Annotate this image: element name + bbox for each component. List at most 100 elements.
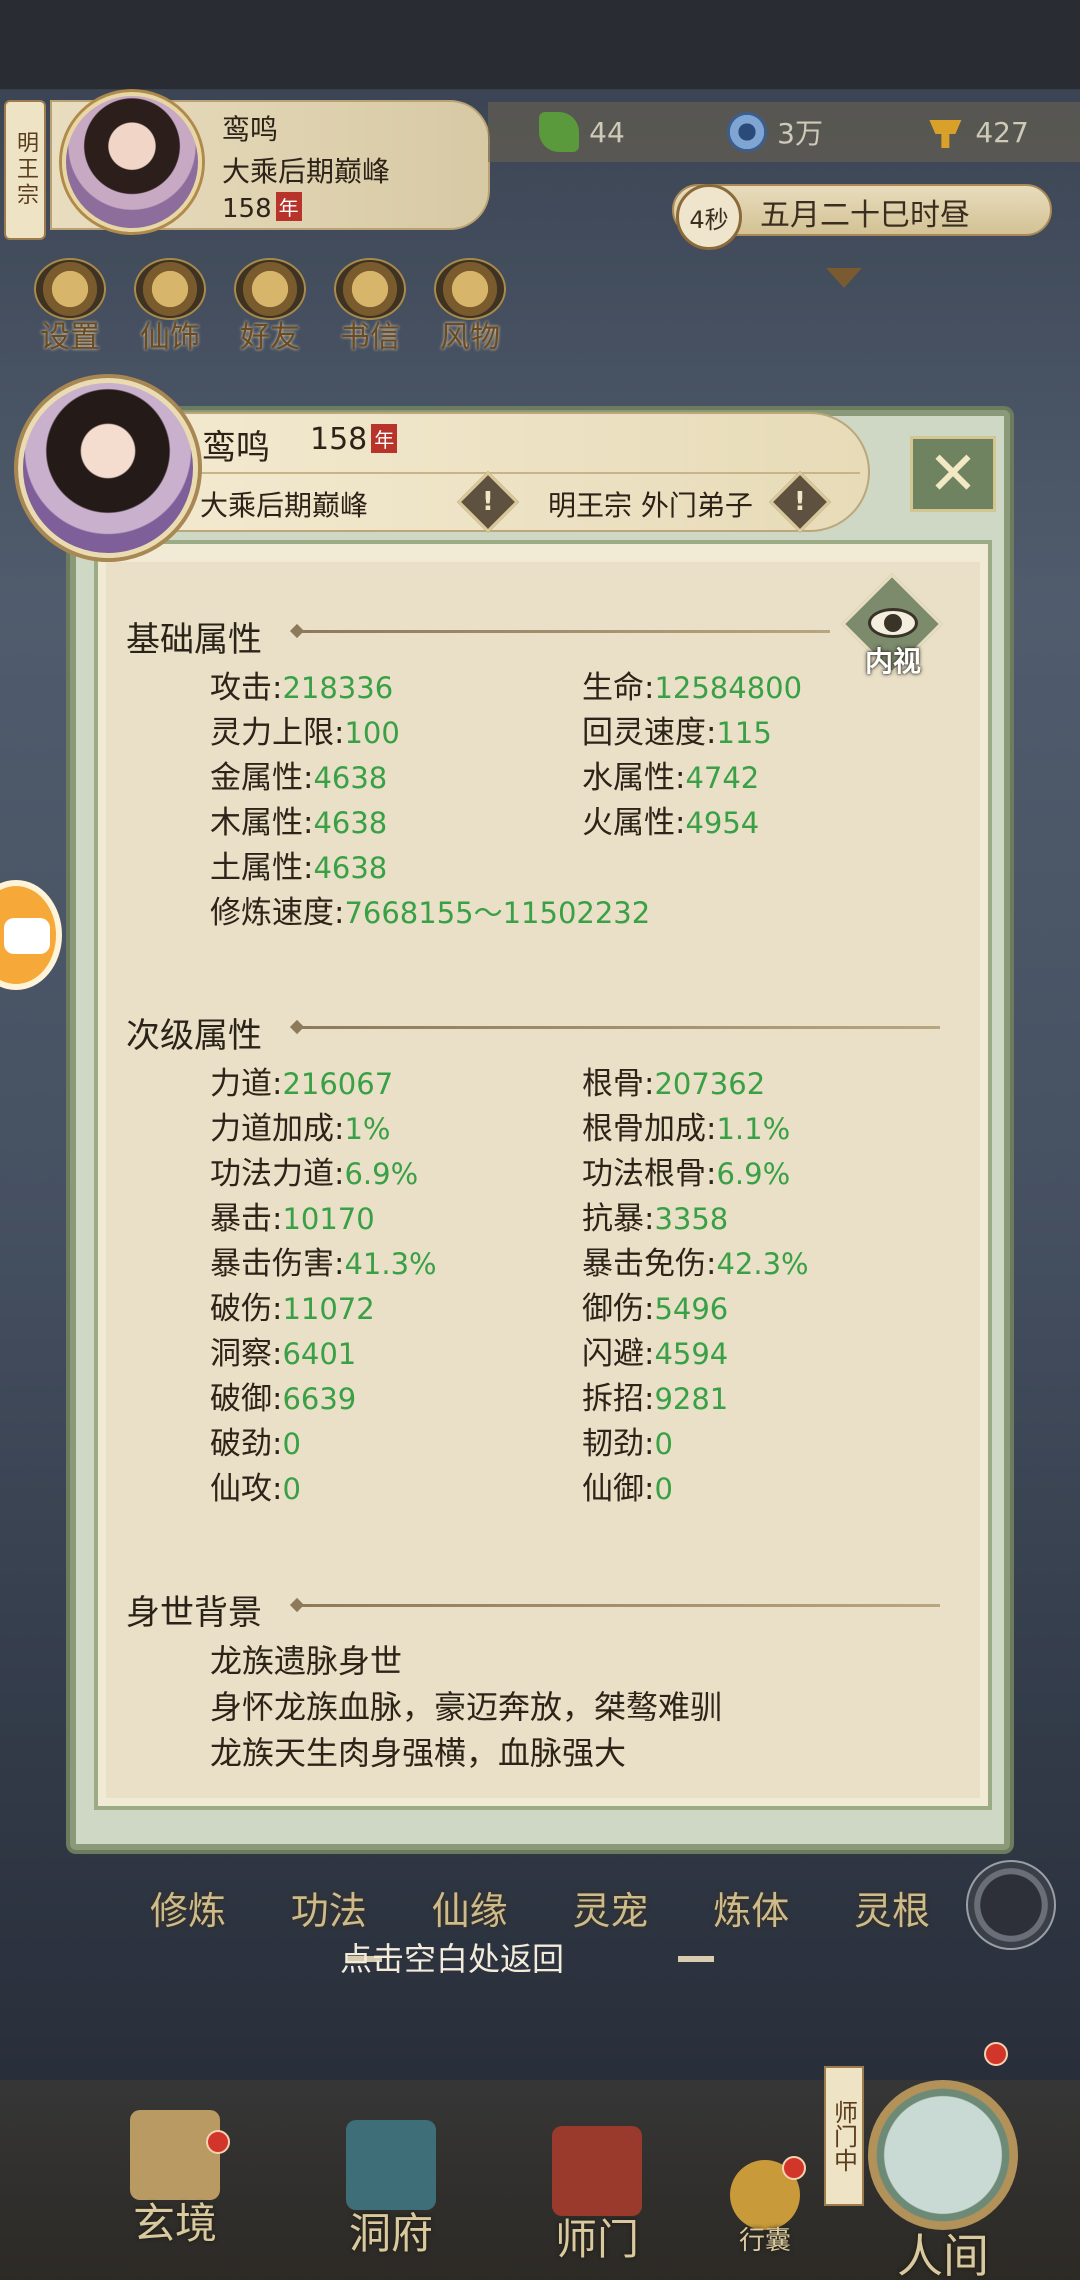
background-line: 龙族天生肉身强横，血脉强大: [210, 1734, 627, 1772]
menu-fate[interactable]: 仙缘: [432, 1880, 508, 1935]
resource-gold[interactable]: 427: [925, 112, 1029, 152]
nav-world[interactable]: 人间: [868, 2080, 1018, 2280]
stat-crit-resist: 抗暴:3358: [582, 1201, 729, 1237]
stat-tenacity: 韧劲:0: [582, 1426, 673, 1462]
dialog-name: 鸾鸣: [202, 428, 270, 468]
menu-body[interactable]: 炼体: [713, 1880, 789, 1935]
cultivation-menu: 修炼 功法 仙缘 灵宠 炼体 灵根: [150, 1880, 930, 1935]
ornament-button[interactable]: 仙饰: [130, 258, 210, 356]
menu-cultivate[interactable]: 修炼: [150, 1880, 226, 1935]
shimen-status-tag: 师门中: [824, 2066, 864, 2206]
player-name: 鸾鸣: [222, 113, 279, 146]
nav-world-label: 人间: [897, 2229, 989, 2280]
chat-icon: [4, 918, 50, 954]
basic-attributes-title: 基础属性: [126, 620, 262, 660]
eye-pupil: [884, 614, 902, 632]
stat-metal: 金属性:4638: [210, 760, 388, 796]
stat-cultivation-speed: 修炼速度:7668155～11502232: [210, 895, 651, 931]
avatar[interactable]: [62, 92, 202, 232]
stat-wood: 木属性:4638: [210, 805, 388, 841]
dialog-avatar: [18, 378, 198, 558]
stat-counter: 拆招:9281: [582, 1381, 729, 1417]
round-action-button[interactable]: [966, 1860, 1056, 1950]
background-line: 身怀龙族血脉，豪迈奔放，桀骜难驯: [210, 1688, 723, 1726]
nav-xuanjing[interactable]: 玄境: [130, 2110, 220, 2251]
top-menu: 设置 仙饰 好友 书信 风物: [30, 258, 510, 356]
notification-dot: [984, 2042, 1008, 2066]
dialog-sect: 明王宗 外门弟子: [548, 489, 753, 522]
leaf-icon: [539, 112, 580, 152]
nav-dongfu[interactable]: 洞府: [346, 2120, 436, 2261]
stat-mana-regen: 回灵速度:115: [582, 715, 772, 751]
timer: 4秒: [676, 184, 742, 250]
stat-damage-defense: 御伤:5496: [582, 1291, 729, 1327]
inner-view-label: 内视: [864, 645, 921, 678]
dialog-age-value: 158: [310, 422, 368, 457]
stat-technique-strength: 功法力道:6.9%: [210, 1156, 419, 1192]
inner-view-button[interactable]: 内视: [841, 573, 943, 682]
age-unit-badge: 年: [275, 192, 302, 221]
chevron-down-icon[interactable]: [826, 268, 862, 288]
close-button[interactable]: ✕: [910, 436, 996, 512]
scroll-icon: [130, 2110, 220, 2200]
scenery-icon: [434, 258, 506, 320]
menu-pet[interactable]: 灵宠: [572, 1880, 648, 1935]
gold-ingot-icon: [929, 120, 962, 148]
nav-bag-label: 行囊: [738, 2226, 791, 2256]
nav-shimen[interactable]: 师门: [552, 2126, 642, 2267]
stat-earth: 土属性:4638: [210, 850, 388, 886]
resource-leaf[interactable]: 44: [539, 112, 625, 152]
player-age: 158 年: [222, 192, 302, 224]
stat-break-defense: 破御:6639: [210, 1381, 357, 1417]
letter-button[interactable]: 书信: [330, 258, 410, 356]
letter-icon: [334, 258, 406, 320]
stat-fire: 火属性:4954: [582, 805, 760, 841]
nav-dongfu-label: 洞府: [348, 2209, 433, 2258]
stat-crit-damage: 暴击伤害:41.3%: [210, 1246, 437, 1282]
background-line: 龙族遗脉身世: [210, 1642, 403, 1680]
friends-button[interactable]: 好友: [230, 258, 310, 356]
ornament-icon: [134, 258, 206, 320]
stat-penetration: 破伤:11072: [210, 1291, 375, 1327]
secondary-attributes-title: 次级属性: [126, 1016, 262, 1056]
stat-hp: 生命:12584800: [582, 670, 803, 706]
banner-icon: [552, 2126, 642, 2216]
dialog-realm: 大乘后期巅峰: [200, 489, 369, 522]
header-divider: [170, 472, 860, 474]
nav-shimen-label: 师门: [554, 2215, 639, 2264]
sect-tag[interactable]: 明王宗: [4, 100, 46, 240]
date-time: 五月二十巳时昼: [760, 198, 970, 233]
settings-button[interactable]: 设置: [30, 258, 110, 356]
letter-label: 书信: [340, 320, 400, 355]
friends-label: 好友: [240, 320, 300, 355]
background-title: 身世背景: [126, 1593, 262, 1633]
resource-coin[interactable]: 3万: [727, 112, 823, 152]
menu-technique[interactable]: 功法: [291, 1880, 367, 1935]
stat-constitution-bonus: 根骨加成:1.1%: [582, 1111, 791, 1147]
close-icon: ✕: [927, 439, 979, 509]
coin-icon: [727, 112, 768, 152]
settings-label: 设置: [40, 320, 100, 355]
stat-mana-cap: 灵力上限:100: [210, 715, 400, 751]
stat-dodge: 闪避:4594: [582, 1336, 729, 1372]
menu-spirit-root[interactable]: 灵根: [854, 1880, 930, 1935]
friends-icon: [234, 258, 306, 320]
player-realm: 大乘后期巅峰: [222, 155, 391, 188]
resource-leaf-value: 44: [589, 115, 625, 149]
nav-xuanjing-label: 玄境: [132, 2199, 217, 2248]
dialog-age-unit: 年: [371, 424, 398, 453]
resource-bar: 44 3万 427: [488, 102, 1080, 162]
scenery-button[interactable]: 风物: [430, 258, 510, 356]
world-icon: [868, 2080, 1018, 2230]
resource-coin-value: 3万: [777, 117, 823, 150]
stat-insight: 洞察:6401: [210, 1336, 357, 1372]
notification-dot: [782, 2156, 806, 2180]
stat-attack: 攻击:218336: [210, 670, 394, 706]
stat-break-force: 破劲:0: [210, 1426, 301, 1462]
return-hint[interactable]: 点击空白处返回: [340, 1934, 564, 1980]
stat-technique-constitution: 功法根骨:6.9%: [582, 1156, 791, 1192]
return-hint-deco-right: [678, 1956, 714, 1962]
resource-gold-value: 427: [975, 115, 1029, 149]
section-divider: [300, 1026, 940, 1029]
stat-water: 水属性:4742: [582, 760, 760, 796]
